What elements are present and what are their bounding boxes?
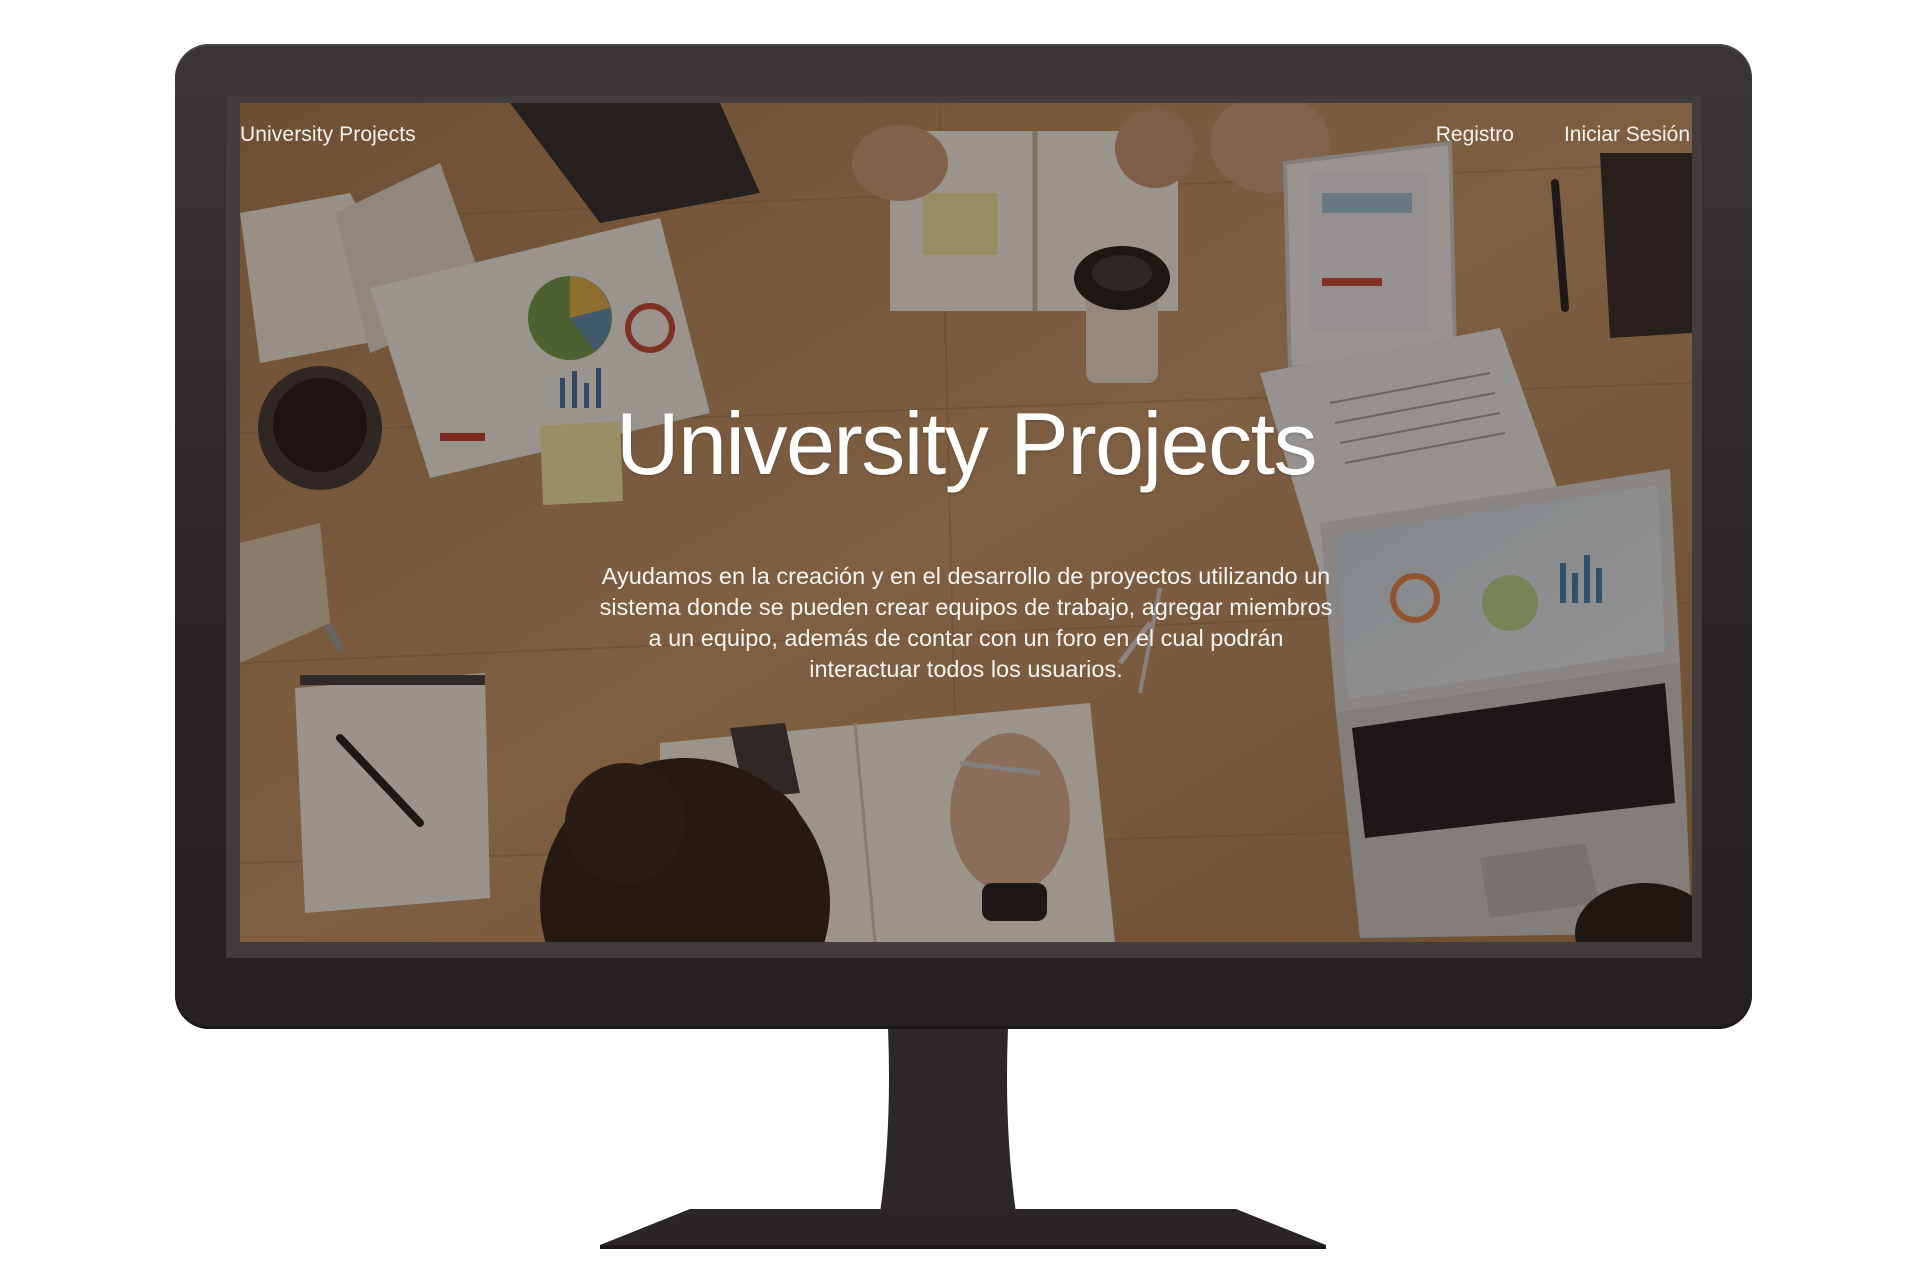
navbar: University Projects Registro Iniciar Ses… xyxy=(240,103,1692,173)
monitor-stand-neck xyxy=(880,1028,1016,1213)
screen-frame: University Projects Registro Iniciar Ses… xyxy=(226,96,1702,958)
monitor-mockup: University Projects Registro Iniciar Ses… xyxy=(0,0,1921,1281)
dark-overlay xyxy=(240,103,1692,942)
nav-links: Registro Iniciar Sesión xyxy=(1436,123,1690,147)
brand-link[interactable]: University Projects xyxy=(240,123,416,147)
website-screen: University Projects Registro Iniciar Ses… xyxy=(240,103,1692,942)
monitor-stand-base xyxy=(600,1209,1326,1249)
hero-description: Ayudamos en la creación y en el desarrol… xyxy=(599,563,1333,682)
register-link[interactable]: Registro xyxy=(1436,123,1514,147)
login-link[interactable]: Iniciar Sesión xyxy=(1564,123,1690,147)
monitor-bezel: University Projects Registro Iniciar Ses… xyxy=(175,44,1752,1029)
hero-title: University Projects xyxy=(615,394,1318,493)
